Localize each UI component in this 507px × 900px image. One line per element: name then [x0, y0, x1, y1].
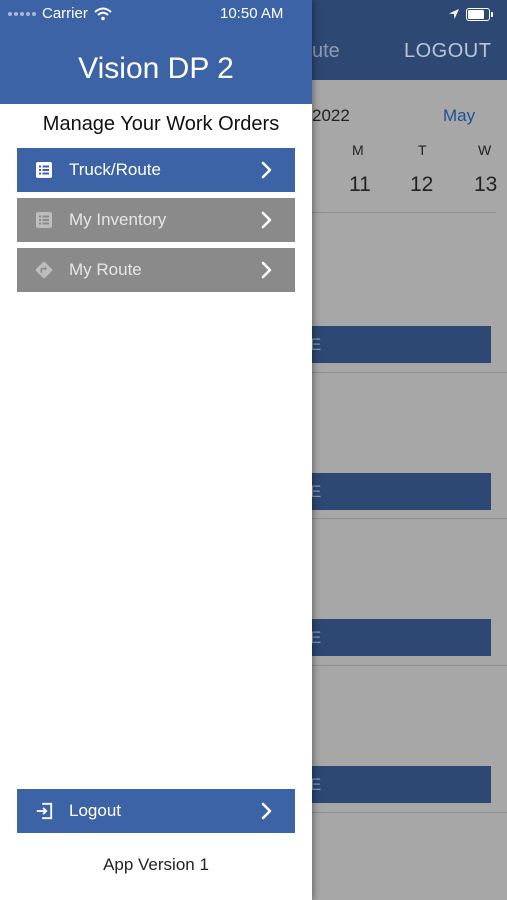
menu-item-label: Truck/Route: [69, 160, 161, 179]
calendar-divider: [312, 212, 496, 213]
calendar-day[interactable]: 12: [410, 173, 433, 197]
menu-item-label: My Route: [69, 260, 142, 279]
background-action-button[interactable]: E: [300, 619, 491, 656]
signal-dots-icon: [8, 11, 36, 16]
drawer-header: Carrier 10:50 AM Vision DP 2: [0, 0, 312, 104]
calendar-weekday: M: [352, 142, 364, 158]
calendar-weekday: W: [478, 142, 492, 158]
menu-item-label: My Inventory: [69, 210, 167, 229]
background-divider: [312, 372, 507, 373]
app-version: App Version 1: [103, 855, 209, 874]
status-bar-left: Carrier: [8, 5, 112, 22]
list-icon: [35, 161, 53, 179]
chevron-right-icon: [261, 161, 272, 179]
background-action-button[interactable]: E: [300, 326, 491, 363]
status-bar-right: [448, 6, 493, 22]
logout-icon: [35, 802, 53, 820]
background-divider: [312, 812, 507, 813]
background-action-button[interactable]: E: [300, 766, 491, 803]
wifi-icon: [94, 7, 112, 20]
carrier-label: Carrier: [42, 5, 88, 22]
status-time: 10:50 AM: [220, 5, 284, 22]
menu-item-my-route[interactable]: My Route: [17, 248, 295, 292]
app-title: Vision DP 2: [78, 52, 234, 85]
menu-item-truck-route[interactable]: Truck/Route: [17, 148, 295, 192]
background-page-title: ute: [312, 40, 340, 62]
chevron-right-icon: [261, 802, 272, 820]
menu-item-my-inventory[interactable]: My Inventory: [17, 198, 295, 242]
list-icon: [35, 211, 53, 229]
chevron-right-icon: [261, 261, 272, 279]
background-divider: [312, 518, 507, 519]
location-arrow-icon: [449, 9, 459, 19]
drawer-subtitle: Manage Your Work Orders: [42, 113, 280, 135]
calendar-day[interactable]: 11: [349, 173, 371, 197]
side-drawer: Carrier 10:50 AM Vision DP 2 Manage Your…: [0, 0, 312, 900]
logout-button[interactable]: Logout: [17, 789, 295, 833]
battery-icon: [466, 7, 493, 21]
calendar-day[interactable]: 13: [474, 173, 497, 197]
logout-label: Logout: [69, 801, 121, 820]
background-action-button[interactable]: E: [300, 473, 491, 510]
background-logout-button[interactable]: LOGOUT: [404, 40, 491, 63]
chevron-right-icon: [261, 211, 272, 229]
calendar-month[interactable]: May: [443, 106, 475, 126]
calendar-weekday: T: [418, 142, 427, 158]
directions-icon: [35, 261, 53, 279]
background-divider: [312, 665, 507, 666]
